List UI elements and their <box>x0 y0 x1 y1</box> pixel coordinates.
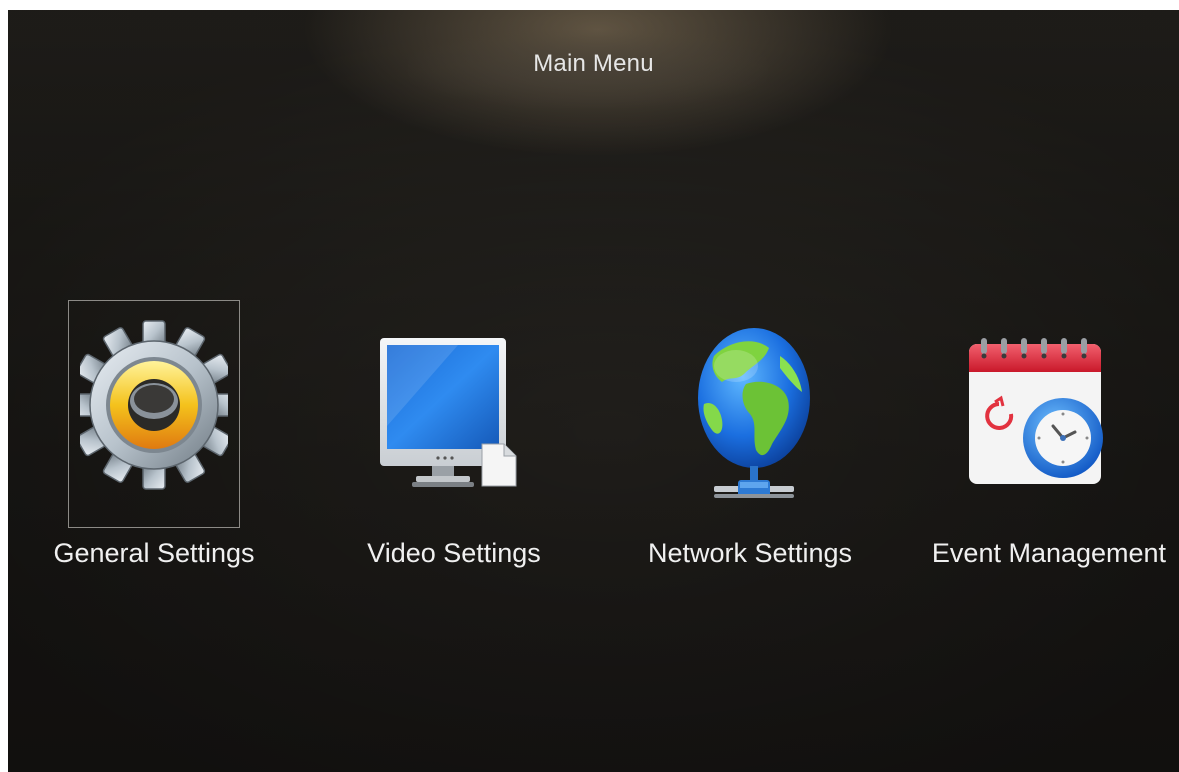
calendar-clock-icon <box>965 336 1115 496</box>
menu-item-label: General Settings <box>53 538 255 568</box>
page-title: Main Menu <box>533 50 654 77</box>
menu-item-label: Network Settings <box>647 538 853 568</box>
globe-network-icon <box>684 326 824 526</box>
menu-item-label: Video Settings <box>367 538 541 568</box>
menu-item-event-management[interactable]: Event Management <box>932 300 1166 600</box>
monitor-icon <box>378 336 528 496</box>
menu-item-label: Event Management <box>931 538 1167 568</box>
tv-screen: Main Menu General Settings Video Setting… <box>8 10 1179 772</box>
menu-item-video-settings[interactable]: Video Settings <box>367 300 541 600</box>
menu-item-general-settings[interactable]: General Settings <box>53 300 255 600</box>
gear-icon <box>80 310 228 500</box>
menu-item-network-settings[interactable]: Network Settings <box>648 300 852 600</box>
